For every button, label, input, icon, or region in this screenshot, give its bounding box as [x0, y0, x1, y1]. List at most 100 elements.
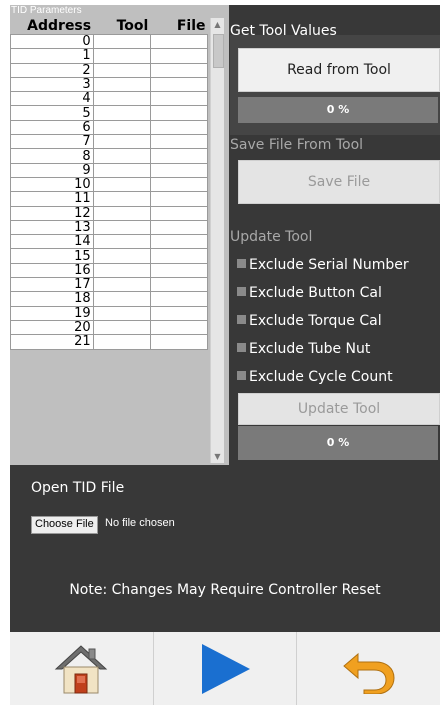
table-row[interactable]: 2 — [10, 62, 209, 78]
cell-address[interactable]: 6 — [10, 119, 94, 136]
cell-address[interactable]: 19 — [10, 305, 94, 321]
option-checkbox-row[interactable]: Exclude Serial Number — [237, 256, 409, 274]
cell-address[interactable]: 4 — [10, 91, 94, 107]
cell-address[interactable]: 9 — [10, 162, 94, 178]
cell-address[interactable]: 14 — [10, 234, 94, 250]
option-checkbox-row[interactable]: Exclude Cycle Count — [237, 368, 393, 386]
column-header-address[interactable]: Address — [10, 18, 94, 35]
cell-tool[interactable] — [92, 248, 151, 264]
cell-tool[interactable] — [92, 62, 151, 78]
table-row[interactable]: 4 — [10, 91, 209, 107]
table-row[interactable]: 15 — [10, 248, 209, 264]
cell-file[interactable] — [149, 219, 209, 236]
home-button[interactable] — [10, 632, 154, 705]
table-row[interactable]: 0 — [10, 33, 209, 50]
cell-file[interactable] — [149, 148, 209, 164]
cell-file[interactable] — [149, 191, 209, 207]
cell-tool[interactable] — [92, 91, 151, 107]
table-row[interactable]: 3 — [10, 76, 209, 93]
cell-file[interactable] — [149, 91, 209, 107]
cell-file[interactable] — [149, 277, 209, 293]
table-row[interactable]: 5 — [10, 105, 209, 121]
cell-tool[interactable] — [92, 176, 151, 193]
cell-file[interactable] — [149, 62, 209, 78]
column-header-tool[interactable]: Tool — [93, 18, 151, 35]
cell-tool[interactable] — [92, 291, 151, 307]
cell-file[interactable] — [149, 33, 209, 50]
cell-address[interactable]: 20 — [10, 319, 94, 336]
cell-file[interactable] — [149, 319, 209, 336]
table-row[interactable]: 16 — [10, 262, 209, 279]
scroll-up-icon[interactable]: ▲ — [211, 18, 224, 31]
table-row[interactable]: 1 — [10, 48, 209, 64]
table-row[interactable]: 12 — [10, 205, 209, 221]
cell-tool[interactable] — [92, 148, 151, 164]
checkbox-icon[interactable] — [237, 342, 246, 352]
table-row[interactable]: 9 — [10, 162, 209, 178]
cell-tool[interactable] — [92, 76, 151, 93]
play-button[interactable] — [154, 632, 298, 705]
cell-file[interactable] — [149, 305, 209, 321]
cell-address[interactable]: 2 — [10, 62, 94, 78]
cell-tool[interactable] — [92, 219, 151, 236]
table-row[interactable]: 7 — [10, 134, 209, 150]
cell-address[interactable]: 0 — [10, 33, 94, 50]
cell-tool[interactable] — [92, 191, 151, 207]
cell-tool[interactable] — [92, 234, 151, 250]
cell-file[interactable] — [149, 48, 209, 64]
cell-file[interactable] — [149, 76, 209, 93]
scroll-down-icon[interactable]: ▼ — [211, 450, 224, 463]
cell-tool[interactable] — [92, 262, 151, 279]
checkbox-icon[interactable] — [237, 258, 246, 268]
table-row[interactable]: 14 — [10, 234, 209, 250]
cell-address[interactable]: 10 — [10, 176, 94, 193]
table-row[interactable]: 6 — [10, 119, 209, 136]
cell-address[interactable]: 18 — [10, 291, 94, 307]
cell-address[interactable]: 8 — [10, 148, 94, 164]
option-checkbox-row[interactable]: Exclude Tube Nut — [237, 340, 370, 358]
cell-file[interactable] — [149, 105, 209, 121]
table-scrollbar[interactable]: ▲ ▼ — [210, 18, 224, 463]
table-row[interactable]: 17 — [10, 277, 209, 293]
cell-file[interactable] — [149, 176, 209, 193]
cell-tool[interactable] — [92, 119, 151, 136]
cell-tool[interactable] — [92, 134, 151, 150]
cell-tool[interactable] — [92, 205, 151, 221]
table-row[interactable]: 11 — [10, 191, 209, 207]
undo-button[interactable] — [297, 632, 440, 705]
checkbox-icon[interactable] — [237, 286, 246, 296]
cell-tool[interactable] — [92, 305, 151, 321]
read-from-tool-button[interactable]: Read from Tool — [238, 48, 440, 92]
cell-address[interactable]: 5 — [10, 105, 94, 121]
cell-address[interactable]: 1 — [10, 48, 94, 64]
cell-tool[interactable] — [92, 48, 151, 64]
cell-address[interactable]: 11 — [10, 191, 94, 207]
cell-tool[interactable] — [92, 105, 151, 121]
choose-file-button[interactable]: Choose File — [31, 516, 98, 534]
cell-file[interactable] — [149, 262, 209, 279]
option-checkbox-row[interactable]: Exclude Button Cal — [237, 284, 382, 302]
table-row[interactable]: 21 — [10, 334, 209, 350]
cell-tool[interactable] — [92, 334, 151, 350]
cell-address[interactable]: 21 — [10, 334, 94, 350]
cell-tool[interactable] — [92, 162, 151, 178]
cell-address[interactable]: 13 — [10, 219, 94, 236]
option-checkbox-row[interactable]: Exclude Torque Cal — [237, 312, 382, 330]
cell-file[interactable] — [149, 234, 209, 250]
checkbox-icon[interactable] — [237, 314, 246, 324]
update-tool-button[interactable]: Update Tool — [238, 393, 440, 425]
cell-address[interactable]: 15 — [10, 248, 94, 264]
cell-file[interactable] — [149, 134, 209, 150]
column-header-file[interactable]: File — [150, 18, 208, 35]
table-row[interactable]: 18 — [10, 291, 209, 307]
table-row[interactable]: 20 — [10, 319, 209, 336]
table-row[interactable]: 10 — [10, 176, 209, 193]
cell-address[interactable]: 7 — [10, 134, 94, 150]
table-row[interactable]: 13 — [10, 219, 209, 236]
cell-file[interactable] — [149, 334, 209, 350]
cell-address[interactable]: 17 — [10, 277, 94, 293]
cell-file[interactable] — [149, 119, 209, 136]
cell-file[interactable] — [149, 248, 209, 264]
cell-address[interactable]: 3 — [10, 76, 94, 93]
cell-tool[interactable] — [92, 33, 151, 50]
